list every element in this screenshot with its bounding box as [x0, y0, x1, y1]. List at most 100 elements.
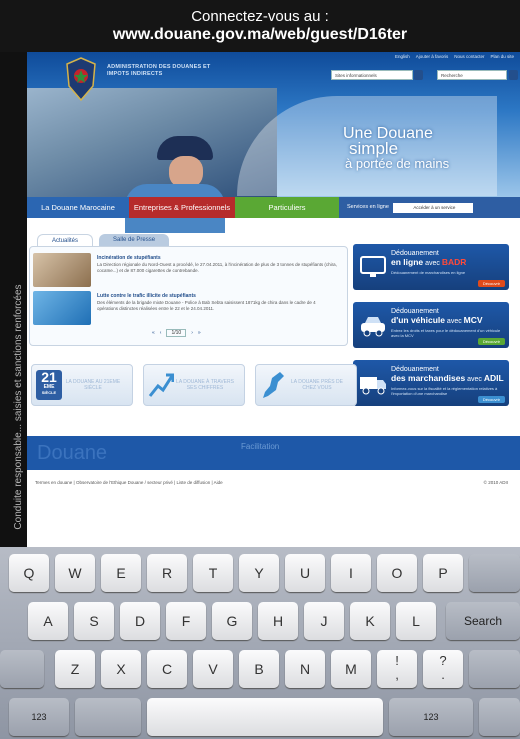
promo-subtitle-main: d'un véhicule [391, 315, 445, 325]
key-n[interactable]: N [285, 650, 325, 688]
key-j[interactable]: J [304, 602, 344, 640]
key-l[interactable]: L [396, 602, 436, 640]
hide-keyboard-key[interactable] [479, 698, 520, 736]
key-v[interactable]: V [193, 650, 233, 688]
key-m[interactable]: M [331, 650, 371, 688]
search-button[interactable] [509, 70, 518, 80]
card-label: LA DOUANE PRÈS DE CHEZ VOUS [291, 379, 343, 391]
promo-brand: ADIL [483, 373, 504, 383]
key-x[interactable]: X [101, 650, 141, 688]
shift-key[interactable] [0, 650, 44, 688]
promo-discover-button[interactable]: Découvrir [477, 338, 505, 345]
news-item[interactable]: Incinération de stupéfiants La Direction… [33, 253, 343, 291]
key-bottom-char: . [441, 667, 445, 682]
numbers-key-right[interactable]: 123 [389, 698, 473, 736]
key-k[interactable]: K [350, 602, 390, 640]
card-label: LA DOUANE AU 21EME SIÈCLE [65, 379, 121, 391]
nav-douane-marocaine[interactable]: La Douane Marocaine [27, 197, 129, 218]
car-icon [361, 317, 385, 337]
promo-badr[interactable]: Dédouanement en ligne avec BADR Dédouane… [353, 244, 509, 290]
growth-arrow-icon [148, 373, 174, 397]
pager-next-icon[interactable]: › [191, 330, 193, 336]
banner-url: www.douane.gov.ma/web/guest/D16ter [112, 26, 408, 43]
morocco-map-icon [263, 372, 284, 398]
shift-key-right[interactable] [469, 650, 520, 688]
promo-brand: BADR [441, 257, 467, 267]
services-select[interactable]: Accéder à un service [392, 202, 473, 213]
sites-go-button[interactable] [414, 70, 423, 80]
news-thumbnail[interactable] [33, 253, 91, 287]
key-w[interactable]: W [55, 554, 95, 592]
21eme-badge-icon: 21 EME SIÈCLE [36, 370, 62, 400]
promo-subtitle: des marchandises avec ADIL [391, 374, 504, 384]
promo-subtitle-mid: avec [465, 376, 484, 383]
promo-discover-button[interactable]: Découvrir [477, 280, 505, 287]
footer-links[interactable]: Termes en douane | Observatoire de l'Eth… [35, 480, 223, 485]
top-links: English Ajouter à favoris Nous contacter… [395, 54, 514, 59]
nav-entreprises[interactable]: Entreprises & Professionnels [129, 197, 235, 218]
key-t[interactable]: T [193, 554, 233, 592]
news-text: La Direction régionale du Nord-Ouest a p… [97, 262, 337, 273]
key-c[interactable]: C [147, 650, 187, 688]
promo-adil[interactable]: Dédouanement des marchandises avec ADIL … [353, 360, 509, 406]
key-z[interactable]: Z [55, 650, 95, 688]
key-o[interactable]: O [377, 554, 417, 592]
tagline-line-2: simple [349, 139, 399, 158]
pager-prev-icon[interactable]: ‹ [160, 330, 162, 336]
promo-brand: MCV [463, 315, 483, 325]
space-key[interactable] [147, 698, 383, 736]
key-y[interactable]: Y [239, 554, 279, 592]
promo-mcv[interactable]: Dédouanement d'un véhicule avec MCV Entr… [353, 302, 509, 348]
key-s[interactable]: S [74, 602, 114, 640]
search-input[interactable]: Recherche [437, 70, 507, 80]
top-link-contact[interactable]: Nous contacter [454, 54, 484, 59]
promo-subtitle-mid: avec [423, 260, 442, 267]
tagline-line-3: à portée de mains [345, 156, 450, 171]
truck-icon [360, 377, 386, 395]
key-u[interactable]: U [285, 554, 325, 592]
key-r[interactable]: R [147, 554, 187, 592]
promo-discover-button[interactable]: Découvrir [477, 396, 505, 403]
promo-description: Dédouanement de marchandises en ligne [391, 270, 466, 275]
sites-select[interactable]: Sites informationnels [331, 70, 413, 80]
douane-logo-icon[interactable] [63, 56, 99, 102]
nav-particuliers[interactable]: Particuliers [235, 197, 339, 218]
key-i[interactable]: I [331, 554, 371, 592]
key-a[interactable]: A [28, 602, 68, 640]
band-label[interactable]: Facilitation [241, 442, 279, 451]
key-h[interactable]: H [258, 602, 298, 640]
globe-key[interactable] [75, 698, 141, 736]
top-link-english[interactable]: English [395, 54, 410, 59]
promo-banner: Connectez-vous au : www.douane.gov.ma/we… [0, 0, 520, 52]
pager-first-icon[interactable]: « [152, 330, 155, 336]
promo-subtitle-mid: avec [444, 318, 464, 325]
search-key[interactable]: Search [446, 602, 520, 640]
pager-last-icon[interactable]: » [198, 330, 201, 336]
key-p[interactable]: P [423, 554, 463, 592]
news-thumbnail[interactable] [33, 291, 91, 325]
news-title[interactable]: Incinération de stupéfiants [97, 255, 161, 261]
news-item[interactable]: Lutte contre le trafic illicite de stupé… [33, 291, 343, 329]
top-link-sitemap[interactable]: Plan du site [490, 54, 514, 59]
key-e[interactable]: E [101, 554, 141, 592]
news-text: Des éléments de la brigade mixte Douane … [97, 300, 316, 311]
top-link-favorites[interactable]: Ajouter à favoris [416, 54, 449, 59]
backspace-key[interactable] [469, 554, 520, 592]
key-exclamation-comma[interactable]: ! , [377, 650, 417, 688]
key-question-period[interactable]: ? . [423, 650, 463, 688]
key-f[interactable]: F [166, 602, 206, 640]
card-chiffres[interactable]: LA DOUANE À TRAVERS SES CHIFFRES [143, 364, 245, 406]
key-b[interactable]: B [239, 650, 279, 688]
tab-salle-de-presse[interactable]: Salle de Presse [99, 234, 170, 246]
card-pres-de-chez-vous[interactable]: LA DOUANE PRÈS DE CHEZ VOUS [255, 364, 357, 406]
main-nav: La Douane Marocaine Entreprises & Profes… [27, 197, 520, 218]
news-title[interactable]: Lutte contre le trafic illicite de stupé… [97, 293, 196, 299]
footer-band: Douane Facilitation [27, 436, 520, 470]
card-21eme-siecle[interactable]: 21 EME SIÈCLE LA DOUANE AU 21EME SIÈCLE [31, 364, 133, 406]
key-q[interactable]: Q [9, 554, 49, 592]
key-d[interactable]: D [120, 602, 160, 640]
numbers-key-left[interactable]: 123 [9, 698, 69, 736]
onscreen-keyboard: Q W E R T Y U I O P A S D F G H J K L Se… [0, 547, 520, 739]
key-g[interactable]: G [212, 602, 252, 640]
band-ghost-text: Douane [37, 442, 108, 464]
